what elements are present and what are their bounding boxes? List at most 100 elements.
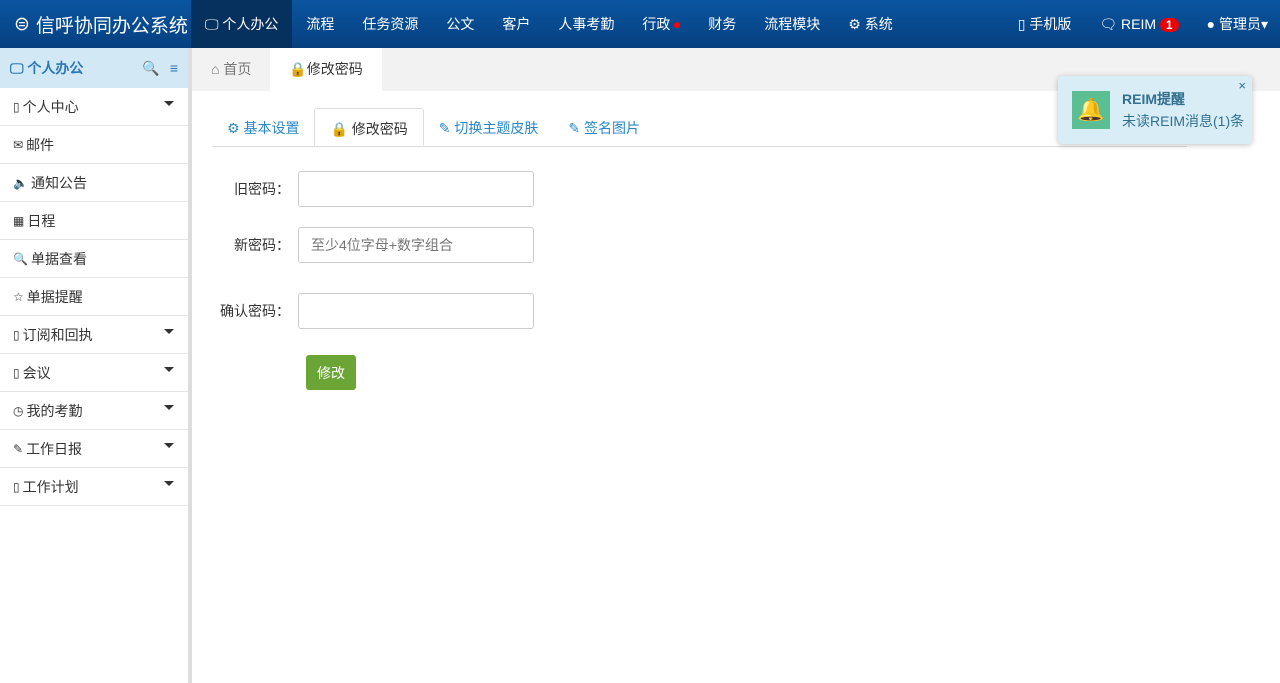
confirm-password-label: 确认密码： xyxy=(220,303,290,319)
nav-item[interactable]: 任务资源 xyxy=(348,0,432,48)
caret-down-icon xyxy=(164,367,174,377)
nav-item[interactable]: 人事考勤 xyxy=(544,0,628,48)
tab-icon: ✎ xyxy=(568,120,585,136)
sidebar-item-icon: ▯ xyxy=(13,365,20,380)
sidebar-item[interactable]: ▯ 个人中心 xyxy=(0,88,188,126)
sidebar-item[interactable]: ✎ 工作日报 xyxy=(0,430,188,468)
reim-toast[interactable]: 🔔 REIM提醒 未读REIM消息(1)条 × xyxy=(1058,76,1252,144)
monitor-icon: 🖵 xyxy=(10,59,28,76)
sidebar-item-icon: ▯ xyxy=(13,99,20,114)
menu-icon[interactable]: ≡ xyxy=(170,60,178,77)
sidebar-item[interactable]: 🔍 单据查看 xyxy=(0,240,188,278)
avatar: ● xyxy=(1206,16,1216,32)
nav-item[interactable]: 公文 xyxy=(432,0,488,48)
sidebar-item-icon: ✎ xyxy=(13,441,24,456)
sidebar-item-label: 单据提醒 xyxy=(26,288,83,305)
tab-change-password[interactable]: 🔒修改密码 xyxy=(270,48,382,91)
sidebar-item[interactable]: ▯ 工作计划 xyxy=(0,468,188,506)
nav-item[interactable]: 流程 xyxy=(292,0,348,48)
mobile-label: 手机版 xyxy=(1029,16,1072,32)
caret-down-icon xyxy=(164,101,174,111)
reim-label: REIM xyxy=(1121,15,1157,32)
tab-current-label: 修改密码 xyxy=(306,61,363,77)
nav-item[interactable]: 流程模块 xyxy=(750,0,834,48)
sidebar-item[interactable]: ◷ 我的考勤 xyxy=(0,392,188,430)
caret-down-icon xyxy=(164,405,174,415)
search-icon[interactable]: 🔍 xyxy=(142,60,159,77)
tab-icon: ✎ xyxy=(438,120,455,136)
confirm-password-input[interactable] xyxy=(298,293,534,329)
nav-label: 任务资源 xyxy=(362,16,419,32)
new-password-row: 新密码： xyxy=(220,227,534,263)
toast-title: REIM提醒 xyxy=(1122,91,1185,107)
new-password-input[interactable] xyxy=(298,227,534,263)
main-nav: 🖵 个人办公 流程 任务资源 公文 客户 人事考勤 行政 财务 流程模块 ⚙ 系统 xyxy=(191,0,907,48)
settings-tab[interactable]: ⚙ 基本设置 xyxy=(212,108,314,146)
sidebar-item-label: 工作计划 xyxy=(22,478,79,495)
close-icon[interactable]: × xyxy=(1238,78,1246,93)
old-password-input[interactable] xyxy=(298,171,534,207)
reim-link[interactable]: 🗨 REIM 1 xyxy=(1099,15,1179,33)
settings-tab-label: 签名图片 xyxy=(584,120,641,136)
tab-home-label: 首页 xyxy=(223,61,252,77)
caret-down-icon xyxy=(164,481,174,491)
nav-label: 公文 xyxy=(446,16,475,32)
nav-item[interactable]: 客户 xyxy=(488,0,544,48)
mobile-link[interactable]: ▯ 手机版 xyxy=(1018,14,1072,34)
nav-label: 流程模块 xyxy=(764,16,821,32)
submit-button[interactable]: 修改 xyxy=(306,355,356,390)
sidebar-item-icon: 🔍 xyxy=(13,251,28,266)
sidebar-item-label: 工作日报 xyxy=(26,440,83,457)
nav-label: 流程 xyxy=(306,16,335,32)
chat-logo-icon: ⊜ xyxy=(14,13,30,35)
nav-item[interactable]: 🖵 个人办公 xyxy=(191,0,293,48)
settings-tab[interactable]: ✎ 切换主题皮肤 xyxy=(424,108,554,146)
sidebar: 🖵 个人办公 🔍 ≡ ▯ 个人中心 ✉ 邮件 🔈 通知公告 ▦ 日程 🔍 单据查看 ☆ 单据提醒 ▯ 订阅和… xyxy=(0,48,192,683)
sidebar-item-icon: 🔈 xyxy=(13,175,28,190)
nav-label: 客户 xyxy=(502,16,531,32)
caret-down-icon xyxy=(164,443,174,453)
sidebar-title: 个人办公 xyxy=(27,60,84,76)
sidebar-item[interactable]: ▦ 日程 xyxy=(0,202,188,240)
user-name: 管理员 xyxy=(1218,16,1261,32)
sidebar-item-label: 个人中心 xyxy=(22,98,79,115)
confirm-password-row: 确认密码： xyxy=(220,293,534,329)
nav-label: 行政 xyxy=(642,16,671,32)
nav-label: 人事考勤 xyxy=(558,16,615,32)
sidebar-item[interactable]: ☆ 单据提醒 xyxy=(0,278,188,316)
settings-tab[interactable]: ✎ 签名图片 xyxy=(553,108,655,146)
nav-item[interactable]: ⚙ 系统 xyxy=(834,0,906,48)
bell-icon: 🔔 xyxy=(1072,91,1110,129)
tab-home[interactable]: ⌂ 首页 xyxy=(192,48,270,91)
settings-tab-label: 修改密码 xyxy=(351,121,408,137)
sidebar-item-icon: ✉ xyxy=(13,137,24,152)
app-title: 信呼协同办公系统 xyxy=(35,15,188,37)
caret-down-icon xyxy=(164,329,174,339)
sidebar-item-icon: ▯ xyxy=(13,327,20,342)
user-menu[interactable]: ● 管理员▾ xyxy=(1207,14,1268,34)
nav-label: 财务 xyxy=(708,16,737,32)
tab-icon: 🔒 xyxy=(330,121,352,137)
nav-item[interactable]: 行政 xyxy=(628,0,694,48)
settings-tab-label: 切换主题皮肤 xyxy=(454,120,539,136)
sidebar-item-label: 会议 xyxy=(22,364,51,381)
sidebar-item-label: 单据查看 xyxy=(30,250,87,267)
old-password-label: 旧密码： xyxy=(234,181,290,197)
old-password-row: 旧密码： xyxy=(220,171,534,207)
settings-tab[interactable]: 🔒 修改密码 xyxy=(314,108,424,146)
nav-label: 系统 xyxy=(864,16,893,32)
nav-item[interactable]: 财务 xyxy=(694,0,750,48)
nav-label: 个人办公 xyxy=(222,16,279,32)
sidebar-item-label: 通知公告 xyxy=(30,174,87,191)
monitor-icon: 🖵 xyxy=(205,16,223,32)
tab-icon: ⚙ xyxy=(227,120,244,136)
sidebar-item-icon: ◷ xyxy=(13,403,24,418)
sidebar-item-label: 邮件 xyxy=(26,136,55,153)
sidebar-item[interactable]: ▯ 订阅和回执 xyxy=(0,316,188,354)
sidebar-item[interactable]: ✉ 邮件 xyxy=(0,126,188,164)
settings-tabs: ⚙ 基本设置 🔒 修改密码 ✎ 切换主题皮肤 ✎ 签名图片 xyxy=(212,108,1187,147)
sidebar-item[interactable]: ▯ 会议 xyxy=(0,354,188,392)
sidebar-item[interactable]: 🔈 通知公告 xyxy=(0,164,188,202)
brand[interactable]: ⊜ 信呼协同办公系统 xyxy=(0,11,191,38)
notification-dot xyxy=(674,22,681,29)
